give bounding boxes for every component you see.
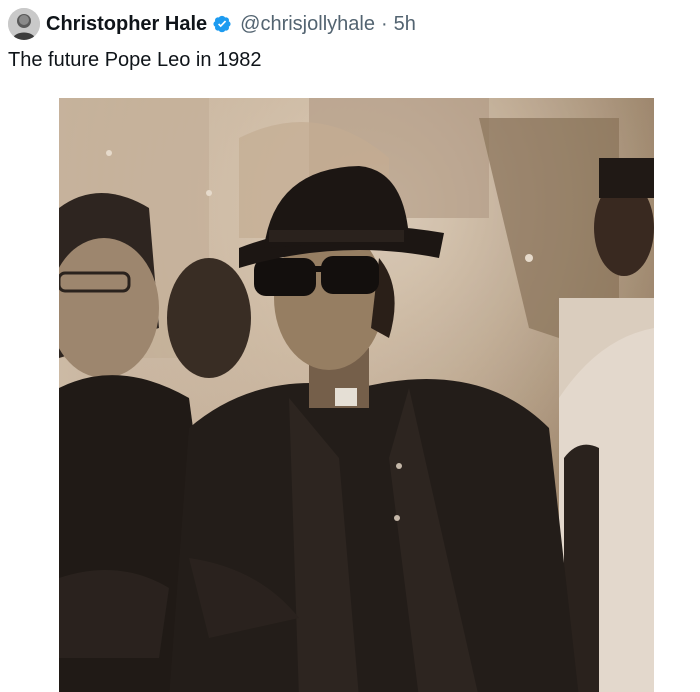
avatar-image: [8, 8, 40, 40]
author-handle[interactable]: @chrisjollyhale: [240, 13, 375, 36]
avatar[interactable]: [8, 8, 40, 40]
tweet-timestamp[interactable]: 5h: [394, 13, 416, 36]
tweet-photo[interactable]: [59, 98, 654, 692]
author-display-name[interactable]: Christopher Hale: [46, 13, 207, 36]
photo: [59, 98, 654, 692]
separator-dot: ·: [380, 12, 388, 35]
tweet-text: The future Pope Leo in 1982: [8, 49, 262, 71]
verified-badge-icon: [212, 14, 232, 34]
tweet-card: Christopher Hale @chrisjollyhale · 5h Th…: [0, 0, 700, 692]
tweet-header: Christopher Hale @chrisjollyhale · 5h: [8, 8, 416, 40]
